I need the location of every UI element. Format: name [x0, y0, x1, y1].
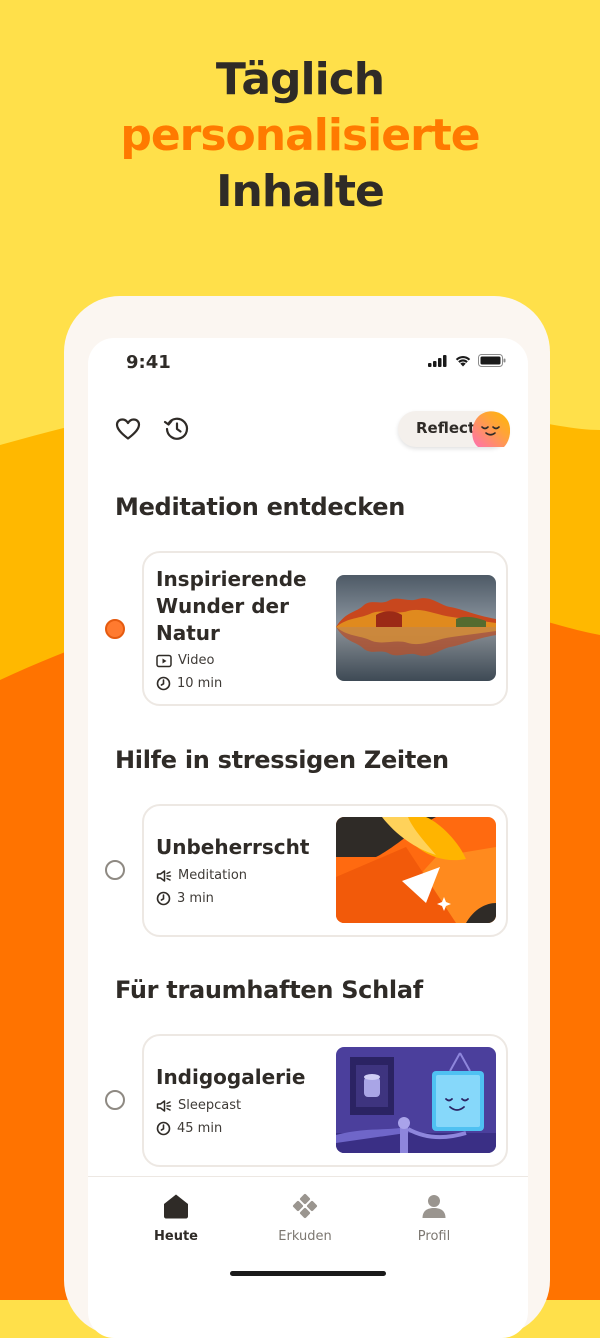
tab-label: Profil: [417, 1229, 451, 1244]
clock-icon: [156, 891, 171, 906]
battery-icon: [478, 354, 506, 367]
clock-icon: [156, 1121, 171, 1136]
card-type-label: Sleepcast: [178, 1098, 242, 1113]
signal-icon: [428, 354, 447, 367]
card-title: Indigogalerie: [156, 1065, 306, 1089]
reflect-button[interactable]: Reflect: [398, 411, 510, 447]
card-type: Sleepcast: [156, 1098, 241, 1113]
home-indicator: [230, 1271, 386, 1276]
indigo-gallery-image: [336, 1047, 496, 1153]
history-button[interactable]: [162, 414, 192, 444]
section-title: Hilfe in stressigen Zeiten: [115, 746, 449, 774]
wifi-icon: [455, 356, 471, 367]
card-type-label: Meditation: [178, 868, 248, 883]
progress-radio-selected[interactable]: [105, 619, 125, 639]
history-icon: [163, 417, 189, 440]
section-title: Für traumhaften Schlaf: [115, 976, 423, 1004]
card-duration: 10 min: [156, 676, 222, 691]
card-title: Inspirierende Wunder der Natur: [156, 567, 307, 645]
card-type: Meditation: [156, 868, 247, 883]
video-icon: [156, 654, 172, 667]
headline-line-1: Täglich: [215, 54, 385, 105]
content-card[interactable]: Unbeherrscht Meditation 3 min: [142, 804, 508, 937]
card-duration-label: 10 min: [177, 676, 223, 691]
card-thumbnail: [336, 1047, 496, 1153]
reflect-face-icon: [472, 411, 510, 447]
profile-icon: [422, 1195, 446, 1218]
card-type-label: Video: [178, 653, 215, 668]
app-screen: 9:41 Reflect Meditation entdecken Inspir…: [88, 338, 528, 1338]
favorites-button[interactable]: [113, 414, 143, 444]
reflect-label: Reflect: [416, 419, 476, 437]
card-duration-label: 45 min: [177, 1121, 223, 1136]
autumn-lake-image: [336, 575, 496, 681]
tab-bar: Heute Erkuden Profil: [88, 1176, 528, 1297]
tab-heute[interactable]: Heute: [126, 1193, 226, 1244]
clock-icon: [156, 676, 171, 691]
card-duration: 45 min: [156, 1121, 222, 1136]
audio-icon: [156, 1099, 172, 1112]
explore-icon: [292, 1193, 318, 1219]
card-thumbnail: [336, 575, 496, 681]
progress-radio[interactable]: [105, 1090, 125, 1110]
progress-radio[interactable]: [105, 860, 125, 880]
card-thumbnail: [336, 817, 496, 923]
headline-line-3: Inhalte: [216, 166, 385, 217]
promo-headline: Täglich personalisierte Inhalte: [0, 52, 600, 220]
card-type: Video: [156, 653, 214, 668]
card-duration: 3 min: [156, 891, 214, 906]
tab-erkuden[interactable]: Erkuden: [255, 1193, 355, 1244]
card-title: Unbeherrscht: [156, 835, 310, 859]
status-time: 9:41: [126, 352, 171, 373]
status-icons: [428, 354, 506, 367]
tab-label: Heute: [154, 1229, 198, 1244]
audio-icon: [156, 869, 172, 882]
tab-label: Erkuden: [278, 1229, 332, 1244]
home-icon: [164, 1194, 188, 1219]
heart-icon: [115, 418, 141, 440]
content-card[interactable]: Inspirierende Wunder der Natur Video 10 …: [142, 551, 508, 706]
abstract-orange-image: [336, 817, 496, 923]
content-card[interactable]: Indigogalerie Sleepcast 45 min: [142, 1034, 508, 1167]
section-title: Meditation entdecken: [115, 493, 406, 521]
tab-profil[interactable]: Profil: [384, 1193, 484, 1244]
card-duration-label: 3 min: [177, 891, 214, 906]
headline-line-2: personalisierte: [120, 110, 480, 161]
